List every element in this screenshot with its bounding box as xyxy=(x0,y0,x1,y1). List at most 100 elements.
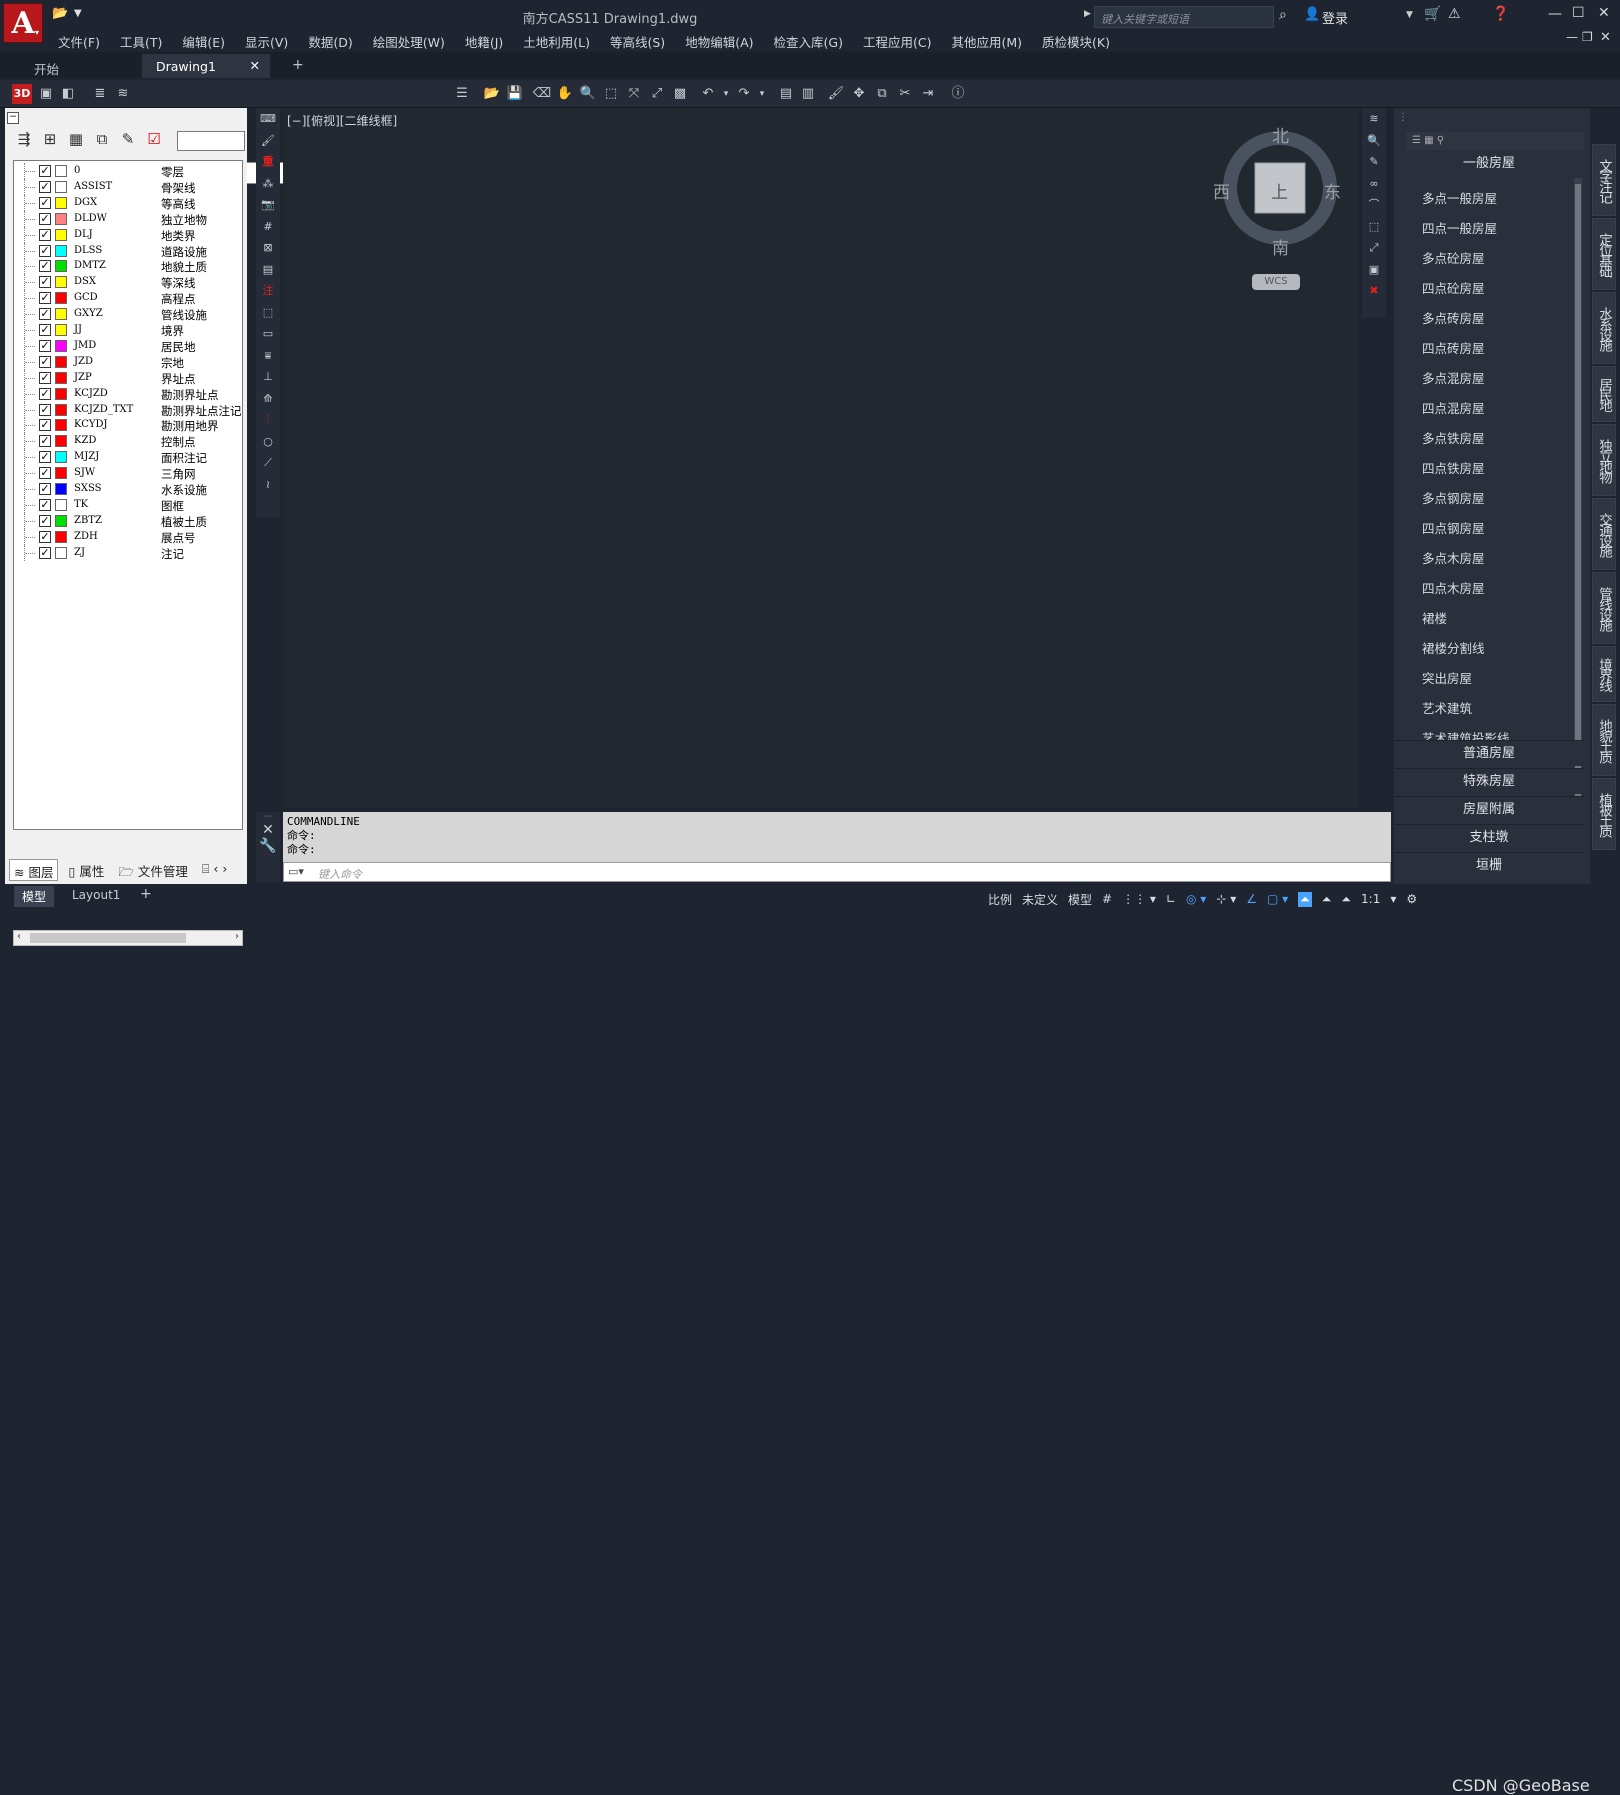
zoom-fit-icon[interactable]: ⤢ xyxy=(1362,237,1386,259)
redraw-icon[interactable]: ▩ xyxy=(670,84,690,104)
layer-group-icon[interactable]: ▦ xyxy=(65,128,87,150)
layer-color-swatch[interactable] xyxy=(55,355,67,368)
zoom-window-icon[interactable]: ⬚ xyxy=(601,84,621,104)
scroll-left-icon[interactable]: ‹ xyxy=(17,931,21,942)
category-section[interactable]: 普通房屋 xyxy=(1394,740,1584,766)
layer-visible-checkbox[interactable]: ✓ xyxy=(39,467,51,480)
compass-south[interactable]: 南 xyxy=(1272,234,1289,259)
layer-color-swatch[interactable] xyxy=(55,419,67,432)
vertical-tab[interactable]: 植被土质 xyxy=(1592,778,1616,850)
erase-red-icon[interactable]: ✖ xyxy=(1362,280,1386,302)
arc-icon[interactable]: ⌒ xyxy=(1362,194,1386,216)
dimension-red-icon[interactable]: ⫶ xyxy=(256,409,280,431)
vertical-tab[interactable]: 境界线 xyxy=(1592,646,1616,702)
category-section[interactable]: 房屋附属 xyxy=(1394,796,1584,822)
properties-icon[interactable]: ▤ xyxy=(776,84,796,104)
panel-grip-icon[interactable]: ⋮ xyxy=(1398,112,1408,123)
symbol-item[interactable]: 四点木房屋 xyxy=(1422,578,1485,600)
symbol-item[interactable]: 多点木房屋 xyxy=(1422,548,1485,570)
layer-visible-checkbox[interactable]: ✓ xyxy=(39,419,51,432)
layer-row[interactable]: ✓ GCD 高程点 xyxy=(14,290,242,307)
layer-color-swatch[interactable] xyxy=(55,260,67,273)
layer-visible-checkbox[interactable]: ✓ xyxy=(39,324,51,336)
layer-color-swatch[interactable] xyxy=(55,244,67,257)
move-icon[interactable]: ✥ xyxy=(849,84,869,104)
vertical-tab[interactable]: 文字注记 xyxy=(1592,144,1616,216)
layer-color-swatch[interactable] xyxy=(55,387,67,400)
zoom-icon[interactable]: 🔍 xyxy=(578,84,598,104)
scale-value[interactable]: 未定义 xyxy=(1022,891,1058,908)
layer-row[interactable]: ✓ ASSIST 骨架线 xyxy=(14,178,242,195)
doc-restore-icon[interactable]: ❐ xyxy=(1582,30,1593,44)
frame-icon[interactable]: ▣ xyxy=(1362,259,1386,281)
design-center-icon[interactable]: ▥ xyxy=(798,84,818,104)
symbol-item[interactable]: 多点砖房屋 xyxy=(1422,308,1485,330)
layer-row[interactable]: ✓ DLDW 独立地物 xyxy=(14,210,242,227)
symbol-item[interactable]: 四点混房屋 xyxy=(1422,398,1485,420)
category-section[interactable]: 特殊房屋 xyxy=(1394,768,1584,794)
layer-color-swatch[interactable] xyxy=(55,467,67,480)
symbol-item[interactable]: 四点一般房屋 xyxy=(1422,218,1497,240)
circle-icon[interactable]: ○ xyxy=(256,431,280,453)
symbol-item[interactable]: 突出房屋 xyxy=(1422,668,1472,690)
grid-icon[interactable]: # xyxy=(1102,892,1112,906)
menu-item[interactable]: 绘图处理(W) xyxy=(365,30,457,50)
vertical-tab[interactable]: 独立地物 xyxy=(1592,424,1616,496)
cart-icon[interactable]: 🛒 xyxy=(1424,6,1441,22)
zoom-page-icon[interactable]: 🔍 xyxy=(1362,130,1386,152)
layer-visible-checkbox[interactable]: ✓ xyxy=(39,308,51,321)
menu-item[interactable]: 其他应用(M) xyxy=(943,30,1034,50)
menu-item[interactable]: 等高线(S) xyxy=(602,30,677,50)
object-snap-icon[interactable]: ▢ ▾ xyxy=(1267,892,1288,906)
layer-color-swatch[interactable] xyxy=(55,180,67,193)
layer-row[interactable]: ✓ DLJ 地类界 xyxy=(14,226,242,243)
help-icon[interactable]: ❓ xyxy=(1492,6,1509,22)
pencil-icon[interactable]: ✎ xyxy=(1362,151,1386,173)
annotation-visibility-icon[interactable]: ⏶ xyxy=(1341,892,1351,907)
grip-icon[interactable]: ⋯ xyxy=(256,812,280,822)
vertical-tab[interactable]: 地貌土质 xyxy=(1592,704,1616,776)
lineweight-icon[interactable]: ☰ xyxy=(452,84,472,104)
curve-icon[interactable]: ≀ xyxy=(256,474,280,496)
brush-icon[interactable]: 🖌 xyxy=(256,130,280,152)
scrollbar-thumb[interactable] xyxy=(1575,184,1581,804)
layer-row[interactable]: ✓ ZDH 展点号 xyxy=(14,528,242,545)
annotation-ratio[interactable]: 1:1 xyxy=(1361,892,1380,906)
layer-visible-checkbox[interactable]: ✓ xyxy=(39,212,51,225)
wrench-icon[interactable]: 🔧 xyxy=(256,838,280,854)
symbol-item[interactable]: 四点铁房屋 xyxy=(1422,458,1485,480)
symbol-item[interactable]: 多点砼房屋 xyxy=(1422,248,1485,270)
symbol-item[interactable]: 四点砼房屋 xyxy=(1422,278,1485,300)
command-close-icon[interactable]: ✕ xyxy=(256,822,280,838)
layer-visible-checkbox[interactable]: ✓ xyxy=(39,483,51,495)
menu-item[interactable]: 地物编辑(A) xyxy=(677,30,765,50)
layer-color-swatch[interactable] xyxy=(55,228,67,241)
layer-row[interactable]: ✓ KCJZD 勘测界址点 xyxy=(14,385,242,402)
polar-icon[interactable]: ◎ ▾ xyxy=(1186,892,1206,906)
symbol-item[interactable]: 四点钢房屋 xyxy=(1422,518,1485,540)
settings-gear-icon[interactable]: ⚙ xyxy=(1406,892,1417,906)
eraser-icon[interactable]: ⌫ xyxy=(532,84,552,104)
layer-color-swatch[interactable] xyxy=(55,339,67,352)
layer-row[interactable]: ✓ SXSS 水系设施 xyxy=(14,481,242,497)
model-space-button[interactable]: 模型 xyxy=(1068,891,1092,908)
menu-item[interactable]: 工具(T) xyxy=(112,30,174,50)
layer-row[interactable]: ✓ JZD 宗地 xyxy=(14,353,242,370)
layer-stack-icon[interactable]: ≋ xyxy=(1362,108,1386,130)
ratio-dropdown-icon[interactable]: ▾ xyxy=(1390,892,1396,906)
extend-icon[interactable]: ⇥ xyxy=(918,84,938,104)
minimize-icon[interactable]: — xyxy=(1548,6,1562,22)
panel-collapse-icon[interactable]: − xyxy=(7,112,19,124)
layer-color-swatch[interactable] xyxy=(55,276,67,289)
symbol-item[interactable]: 四点砖房屋 xyxy=(1422,338,1485,360)
layer-row[interactable]: ✓ JMD 居民地 xyxy=(14,337,242,354)
layer-visible-checkbox[interactable]: ✓ xyxy=(39,276,51,289)
tab-start[interactable]: 开始 xyxy=(20,54,138,78)
annotate-red-icon[interactable]: 注 xyxy=(256,280,280,302)
layer-row[interactable]: ✓ SJW 三角网 xyxy=(14,465,242,482)
layer-row[interactable]: ✓ KZD 控制点 xyxy=(14,433,242,450)
layer-row[interactable]: ✓ TK 图框 xyxy=(14,496,242,513)
login-button[interactable]: 登录 xyxy=(1322,8,1348,27)
symbol-item[interactable]: 艺术建筑 xyxy=(1422,698,1472,720)
layer-row[interactable]: ✓ DGX 等高线 xyxy=(14,194,242,211)
